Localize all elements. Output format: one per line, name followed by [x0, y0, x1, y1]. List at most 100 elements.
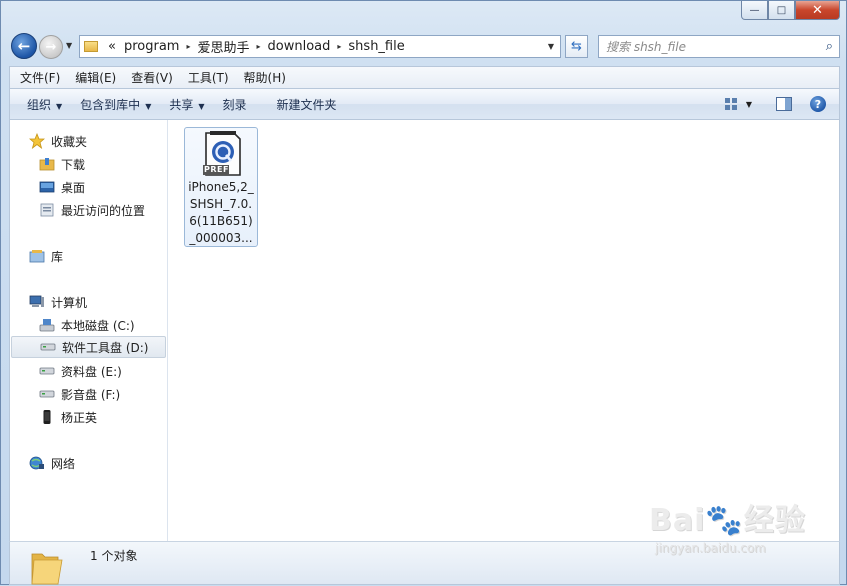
- maximize-button[interactable]: □: [768, 1, 795, 20]
- nav-drive-f[interactable]: 影音盘 (F:): [39, 383, 120, 405]
- nav-downloads[interactable]: 下载: [39, 153, 85, 175]
- nav-network[interactable]: 网络: [29, 452, 75, 474]
- network-icon: [29, 455, 45, 471]
- new-folder-button[interactable]: 新建文件夹: [257, 96, 347, 113]
- folder-icon: [84, 41, 98, 52]
- folder-icon: [31, 553, 63, 585]
- file-badge-text: PREF: [204, 165, 229, 174]
- breadcrumb-separator-icon[interactable]: ▸: [183, 42, 193, 51]
- breadcrumb-aisi[interactable]: 爱思助手: [193, 37, 253, 56]
- arrow-right-icon: →: [45, 39, 57, 55]
- baidu-watermark: Bai🐾经验 jingyan.baidu.com: [649, 495, 809, 567]
- organize-button[interactable]: 组织 ▼: [10, 96, 72, 113]
- drive-icon: [40, 339, 56, 355]
- minimize-button[interactable]: —: [741, 1, 768, 20]
- breadcrumb-download[interactable]: download: [264, 39, 335, 54]
- address-bar[interactable]: « program ▸ 爱思助手 ▸ download ▸ shsh_file …: [79, 35, 561, 58]
- nav-downloads-label: 下载: [61, 157, 86, 172]
- close-icon: ✕: [812, 2, 823, 18]
- breadcrumb-separator-icon[interactable]: ▸: [254, 42, 264, 51]
- file-name: iPhone5,2_SHSH_7.0.6(11B651)_000003...: [188, 180, 254, 245]
- star-icon: [29, 133, 45, 149]
- nav-recent-places-label: 最近访问的位置: [61, 203, 146, 218]
- search-icon[interactable]: ⌕: [826, 39, 833, 54]
- share-button[interactable]: 共享 ▼: [161, 96, 214, 113]
- grid-view-icon: [724, 98, 737, 110]
- menu-help[interactable]: 帮助(H): [234, 69, 291, 86]
- recent-pages-dropdown[interactable]: ▼: [66, 41, 72, 50]
- organize-label: 组织: [27, 97, 52, 112]
- drive-icon: [39, 363, 55, 379]
- menu-edit[interactable]: 编辑(E): [65, 69, 121, 86]
- view-dropdown-icon[interactable]: ▼: [746, 100, 752, 109]
- arrow-left-icon: ←: [17, 37, 31, 55]
- nav-computer[interactable]: 计算机: [29, 291, 87, 313]
- close-button[interactable]: ✕: [795, 1, 840, 20]
- menu-file[interactable]: 文件(F): [10, 69, 65, 86]
- nav-drive-d[interactable]: 软件工具盘 (D:): [11, 336, 166, 358]
- nav-drive-c-label: 本地磁盘 (C:): [61, 318, 135, 333]
- help-button[interactable]: ?: [810, 96, 826, 112]
- address-history-icon[interactable]: ▼: [548, 42, 554, 51]
- watermark-logo: Bai🐾经验: [649, 503, 806, 538]
- nav-favorites-label: 收藏夹: [51, 134, 88, 149]
- search-input[interactable]: 搜索 shsh_file: [606, 38, 686, 55]
- nav-device-phone[interactable]: 杨正英: [39, 406, 97, 428]
- maximize-icon: □: [776, 4, 787, 16]
- nav-desktop-label: 桌面: [61, 180, 86, 195]
- nav-drive-c[interactable]: 本地磁盘 (C:): [39, 314, 135, 336]
- caption-buttons: — □ ✕: [741, 1, 840, 20]
- nav-libraries-label: 库: [51, 249, 64, 264]
- recent-places-icon: [39, 202, 55, 218]
- burn-button[interactable]: 刻录: [215, 96, 257, 113]
- nav-libraries[interactable]: 库: [29, 245, 63, 267]
- downloads-folder-icon: [39, 156, 55, 172]
- breadcrumb-shsh-file[interactable]: shsh_file: [344, 39, 408, 54]
- breadcrumb-overflow[interactable]: «: [104, 39, 120, 54]
- view-controls: ▼ ?: [713, 96, 839, 112]
- nav-device-phone-label: 杨正英: [61, 410, 98, 425]
- include-in-library-button[interactable]: 包含到库中 ▼: [72, 96, 161, 113]
- breadcrumb-program[interactable]: program: [120, 39, 184, 54]
- desktop-icon: [39, 179, 55, 195]
- include-in-library-label: 包含到库中: [80, 97, 141, 112]
- nav-drive-e[interactable]: 资料盘 (E:): [39, 360, 122, 382]
- explorer-window: — □ ✕ ← → ▼ « program ▸ 爱思助手 ▸ download …: [0, 0, 847, 585]
- menu-view[interactable]: 查看(V): [121, 69, 178, 86]
- nav-computer-label: 计算机: [51, 295, 88, 310]
- navigation-pane: 收藏夹 下载 桌面 最近访问的位置 库 计算机 本地磁盘 (C:) 软件工具盘 …: [10, 120, 168, 541]
- nav-drive-d-label: 软件工具盘 (D:): [62, 340, 149, 355]
- breadcrumb-separator-icon[interactable]: ▸: [334, 42, 344, 51]
- system-drive-icon: [39, 317, 55, 333]
- back-button[interactable]: ←: [11, 33, 37, 59]
- change-view-button[interactable]: [723, 96, 739, 112]
- drive-icon: [39, 386, 55, 402]
- nav-recent-places[interactable]: 最近访问的位置: [39, 199, 145, 221]
- preview-pane-button[interactable]: [776, 96, 792, 112]
- chevron-down-icon: ▼: [145, 101, 152, 111]
- computer-icon: [29, 294, 45, 310]
- phone-icon: [39, 409, 55, 425]
- nav-favorites[interactable]: 收藏夹: [29, 130, 87, 152]
- forward-button[interactable]: →: [39, 35, 63, 59]
- nav-network-label: 网络: [51, 456, 76, 471]
- refresh-button[interactable]: ⇆: [565, 35, 588, 58]
- content-area: 收藏夹 下载 桌面 最近访问的位置 库 计算机 本地磁盘 (C:) 软件工具盘 …: [9, 120, 840, 541]
- menu-tools[interactable]: 工具(T): [178, 69, 234, 86]
- chevron-down-icon: ▼: [56, 101, 63, 111]
- share-label: 共享: [169, 97, 194, 112]
- chevron-down-icon: ▼: [66, 41, 73, 50]
- library-icon: [29, 248, 45, 264]
- nav-drive-f-label: 影音盘 (F:): [61, 387, 121, 402]
- item-count: 1 个对象: [90, 549, 138, 563]
- command-bar: 组织 ▼ 包含到库中 ▼ 共享 ▼ 刻录 新建文件夹 ▼ ?: [9, 88, 840, 120]
- refresh-icon: ⇆: [571, 39, 582, 54]
- nav-drive-e-label: 资料盘 (E:): [61, 364, 122, 379]
- chevron-down-icon: ▼: [198, 101, 205, 111]
- search-box[interactable]: 搜索 shsh_file ⌕: [598, 35, 840, 58]
- file-item[interactable]: PREF iPhone5,2_SHSH_7.0.6(11B651)_000003…: [184, 127, 258, 247]
- nav-desktop[interactable]: 桌面: [39, 176, 85, 198]
- preview-pane-icon: [776, 97, 792, 111]
- navigation-row: ← → ▼ « program ▸ 爱思助手 ▸ download ▸ shsh…: [9, 33, 841, 61]
- help-icon: ?: [814, 97, 822, 111]
